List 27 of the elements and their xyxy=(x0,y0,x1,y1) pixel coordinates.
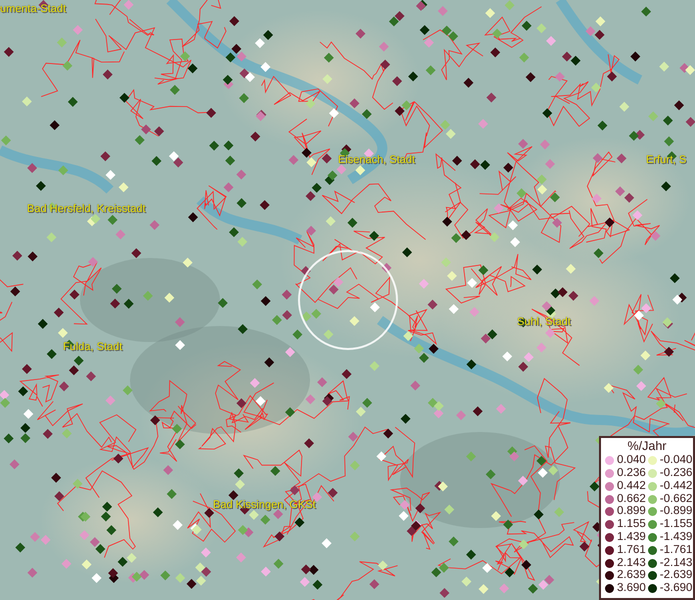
legend-value: 1.155 xyxy=(617,518,646,532)
legend-value: 1.439 xyxy=(617,531,646,544)
legend-value: -2.639 xyxy=(660,569,692,582)
legend-value: 2.143 xyxy=(617,556,646,570)
legend-value: 0.662 xyxy=(617,492,646,506)
legend-value: -0.662 xyxy=(660,492,692,506)
legend-value: 0.236 xyxy=(617,467,646,480)
legend-value: -0.899 xyxy=(660,505,692,518)
legend-value: -1.439 xyxy=(660,531,692,544)
legend-value: 0.442 xyxy=(617,480,646,493)
place-label: Erfurt, S xyxy=(646,155,686,166)
legend-value: -0.236 xyxy=(660,467,692,480)
legend-value: 2.639 xyxy=(617,569,646,582)
legend-value: -2.143 xyxy=(660,556,692,570)
place-label: Eisenach, Stadt xyxy=(338,155,416,166)
legend-title: %/Jahr xyxy=(626,440,668,454)
legend-value: 0.040 xyxy=(617,454,646,468)
place-label: umenta-Stadt xyxy=(0,4,66,15)
legend-value: -0.442 xyxy=(660,480,692,493)
legend-value: 3.690 xyxy=(617,582,646,595)
legend-value: -1.761 xyxy=(660,544,692,557)
legend-value: 0.899 xyxy=(617,505,646,518)
legend-value: -0.040 xyxy=(660,454,692,468)
legend-value: -1.155 xyxy=(660,518,692,532)
place-label: Bad Hersfeld, Kreisstadt xyxy=(27,204,146,215)
legend-value: 1.761 xyxy=(617,544,646,557)
legend-value: -3.690 xyxy=(660,582,692,595)
